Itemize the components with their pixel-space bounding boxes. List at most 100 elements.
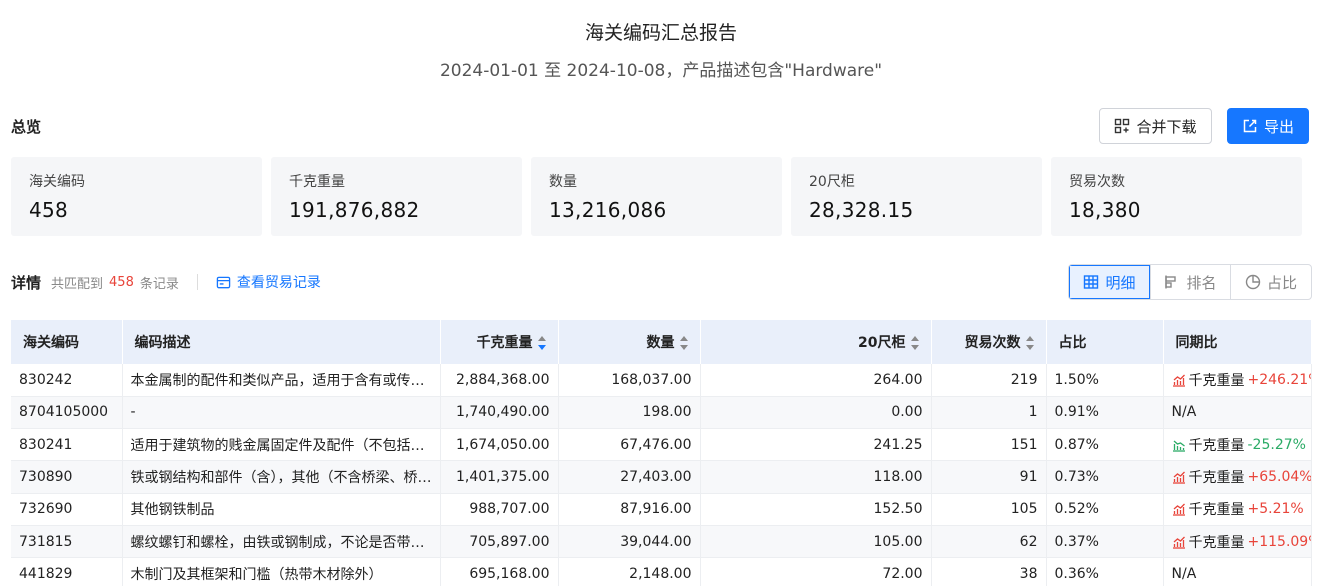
cell-share: 0.91% bbox=[1046, 396, 1164, 430]
cell-yoy: N/A bbox=[1163, 557, 1312, 586]
stat-card-hs-codes: 海关编码 458 bbox=[11, 157, 262, 236]
cell-hs-code: 830242 bbox=[11, 364, 123, 397]
col-yoy: 同期比 bbox=[1163, 320, 1312, 364]
sort-icon[interactable] bbox=[1025, 336, 1034, 350]
tab-ranking[interactable]: 排名 bbox=[1150, 265, 1230, 299]
cell-description: 其他钢铁制品 bbox=[122, 493, 441, 526]
table-icon bbox=[1084, 275, 1099, 289]
col-trades[interactable]: 贸易次数 bbox=[931, 320, 1047, 364]
cell-weight: 2,884,368.00 bbox=[440, 364, 559, 397]
export-button[interactable]: 导出 bbox=[1227, 108, 1309, 144]
trend-up-icon bbox=[1172, 374, 1185, 387]
cell-quantity: 87,916.00 bbox=[558, 493, 701, 526]
overview-cards: 海关编码 458 千克重量 191,876,882 数量 13,216,086 … bbox=[11, 157, 1302, 236]
view-trade-records-label: 查看贸易记录 bbox=[236, 275, 321, 291]
cell-share: 0.52% bbox=[1046, 493, 1164, 526]
view-trade-records-link[interactable]: 查看贸易记录 bbox=[216, 272, 321, 292]
table-row[interactable]: 732690 其他钢铁制品 988,707.00 87,916.00 152.50 105… bbox=[11, 493, 1312, 526]
export-label: 导出 bbox=[1263, 117, 1294, 136]
table-body: 830242本金属制的配件和类似产品，适用于含有或传输流体的管道2,884,36… bbox=[11, 364, 1312, 586]
cell-quantity: 27,403.00 bbox=[558, 460, 701, 494]
tab-share-label: 占比 bbox=[1266, 273, 1297, 292]
hs-code-table: 海关编码 编码描述 千克重量 数量 20尺柜 贸易次数 占比 同期比 83024… bbox=[11, 320, 1312, 586]
merge-download-label: 合并下载 bbox=[1136, 117, 1197, 136]
table-row[interactable]: 830242本金属制的配件和类似产品，适用于含有或传输流体的管道2,884,36… bbox=[11, 364, 1312, 397]
cell-weight: 705,897.00 bbox=[440, 525, 559, 559]
cell-hs-code: 8704105000 bbox=[11, 396, 123, 430]
details-toolbar: 详情 共匹配到 458 条记录 查看贸易记录 bbox=[11, 271, 321, 293]
tab-detail[interactable]: 明细 bbox=[1069, 265, 1150, 299]
cell-share: 0.36% bbox=[1046, 557, 1164, 586]
table-header-row: 海关编码 编码描述 千克重量 数量 20尺柜 贸易次数 占比 同期比 bbox=[11, 320, 1312, 364]
stat-card-quantity: 数量 13,216,086 bbox=[531, 157, 782, 236]
table-row[interactable]: 441829 木制门及其框架和门槛（热带木材除外） 695,168.00 2,148.… bbox=[11, 557, 1312, 586]
yoy-value: N/A bbox=[1171, 565, 1197, 582]
view-mode-switch: 明细 排名 占比 bbox=[1068, 264, 1312, 300]
cell-yoy: 千克重量+246.21% bbox=[1163, 364, 1312, 397]
export-icon bbox=[1243, 119, 1257, 133]
yoy-metric: 千克重量 bbox=[1188, 534, 1245, 551]
stat-value: 18,380 bbox=[1069, 198, 1141, 222]
cell-weight: 1,740,490.00 bbox=[440, 396, 559, 430]
col-hs-code: 海关编码 bbox=[11, 320, 123, 364]
yoy-value: +5.21% bbox=[1247, 501, 1304, 518]
cell-weight: 988,707.00 bbox=[440, 493, 559, 526]
stat-label: 数量 bbox=[549, 174, 577, 190]
table-row[interactable]: 731815螺纹螺钉和螺栓，由铁或钢制成，不论是否带螺母或垫圈705,897.0… bbox=[11, 525, 1312, 559]
cell-share: 0.87% bbox=[1046, 428, 1164, 462]
cell-description: 螺纹螺钉和螺栓，由铁或钢制成，不论是否带螺母或垫圈 bbox=[122, 525, 441, 559]
stat-card-weight: 千克重量 191,876,882 bbox=[271, 157, 522, 236]
cell-share: 0.73% bbox=[1046, 460, 1164, 494]
yoy-value: -25.27% bbox=[1247, 436, 1306, 453]
merge-download-button[interactable]: 合并下载 bbox=[1099, 108, 1212, 144]
cell-trades: 151 bbox=[931, 428, 1047, 462]
cell-yoy: 千克重量 +65.04% bbox=[1163, 460, 1312, 494]
cell-weight: 1,401,375.00 bbox=[440, 460, 559, 494]
sort-icon[interactable] bbox=[910, 336, 919, 350]
cell-yoy: 千克重量 +5.21% bbox=[1163, 493, 1312, 526]
cell-yoy: N/A bbox=[1163, 396, 1312, 430]
tab-detail-label: 明细 bbox=[1105, 273, 1136, 292]
col-teu[interactable]: 20尺柜 bbox=[700, 320, 932, 364]
yoy-value: +115.09% bbox=[1247, 533, 1311, 550]
page-title: 海关编码汇总报告 bbox=[584, 22, 737, 44]
table-row[interactable]: 8704105000-1,740,490.00 198.00 0.00 1 0.91% N… bbox=[11, 396, 1312, 430]
tab-share[interactable]: 占比 bbox=[1230, 265, 1311, 299]
stat-value: 13,216,086 bbox=[549, 198, 667, 222]
match-count: 458 bbox=[109, 274, 134, 290]
cell-trades: 105 bbox=[931, 493, 1047, 526]
stat-card-teu: 20尺柜 28,328.15 bbox=[791, 157, 1042, 236]
cell-share: 1.50% bbox=[1046, 364, 1164, 397]
cell-description: 木制门及其框架和门槛（热带木材除外） bbox=[122, 557, 441, 586]
cell-teu: 0.00 bbox=[700, 396, 932, 430]
trend-up-icon bbox=[1172, 503, 1185, 516]
stat-value: 28,328.15 bbox=[809, 198, 914, 222]
sort-icon[interactable] bbox=[537, 336, 546, 350]
cell-teu: 105.00 bbox=[700, 525, 932, 559]
table-row[interactable]: 830241 适用于建筑物的贱金属固定件及配件（不包括带锁的） 1,674,050.… bbox=[11, 428, 1312, 462]
cell-quantity: 2,148.00 bbox=[558, 557, 701, 586]
cell-teu: 264.00 bbox=[700, 364, 932, 397]
stat-label: 千克重量 bbox=[289, 174, 345, 190]
table-row[interactable]: 730890 铁或钢结构和部件（含），其他（不含桥梁、桥梁段等） 1,401,375… bbox=[11, 460, 1312, 494]
cell-weight: 1,674,050.00 bbox=[440, 428, 559, 462]
col-weight[interactable]: 千克重量 bbox=[440, 320, 559, 364]
col-quantity[interactable]: 数量 bbox=[558, 320, 701, 364]
cell-quantity: 168,037.00 bbox=[558, 364, 701, 397]
tab-ranking-label: 排名 bbox=[1186, 273, 1217, 292]
cell-weight: 695,168.00 bbox=[440, 557, 559, 586]
col-description: 编码描述 bbox=[122, 320, 441, 364]
cell-trades: 91 bbox=[931, 460, 1047, 494]
cell-description: 本金属制的配件和类似产品，适用于含有或传输流体的管道 bbox=[122, 364, 441, 397]
sort-icon[interactable] bbox=[679, 336, 688, 350]
cell-description: 适用于建筑物的贱金属固定件及配件（不包括带锁的） bbox=[122, 428, 441, 462]
yoy-value: +65.04% bbox=[1247, 469, 1311, 486]
cell-quantity: 198.00 bbox=[558, 396, 701, 430]
cell-hs-code: 441829 bbox=[11, 557, 123, 586]
cell-trades: 219 bbox=[931, 364, 1047, 397]
yoy-value: +246.21% bbox=[1247, 371, 1311, 388]
cell-hs-code: 730890 bbox=[11, 460, 123, 494]
cell-trades: 1 bbox=[931, 396, 1047, 430]
stat-label: 贸易次数 bbox=[1069, 174, 1125, 190]
cell-trades: 38 bbox=[931, 557, 1047, 586]
